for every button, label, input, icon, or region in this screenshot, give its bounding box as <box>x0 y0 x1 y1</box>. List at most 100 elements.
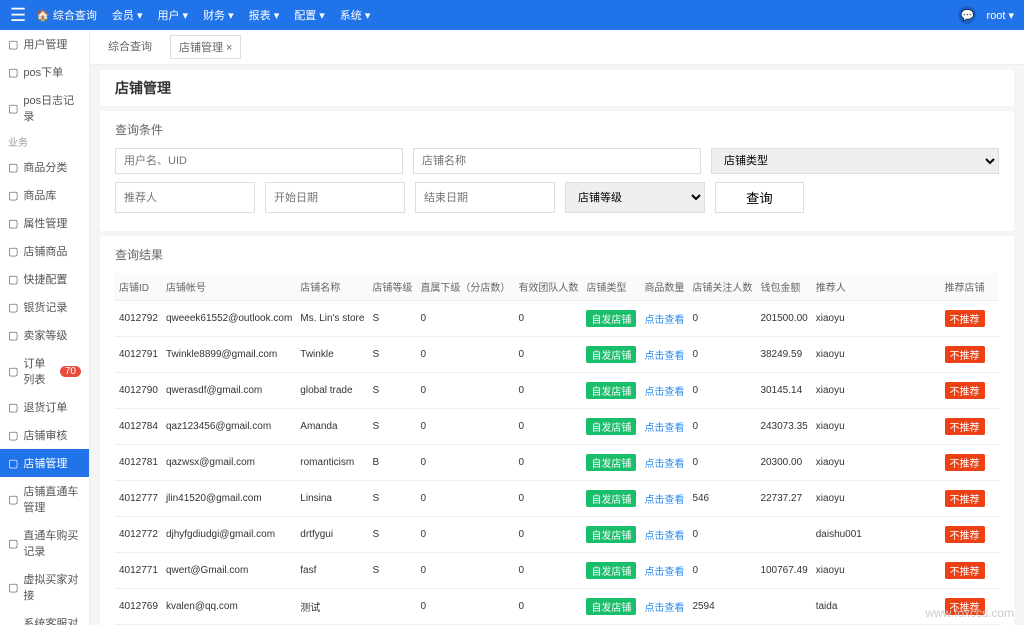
sidebar-item[interactable]: ▢用户管理 <box>0 30 89 58</box>
sidebar-icon: ▢ <box>8 301 18 314</box>
cell-account: qwert@Gmail.com <box>162 553 296 589</box>
cell-type: 自发店铺 <box>582 517 640 553</box>
cell-referrer: xiaoyu <box>812 337 941 373</box>
sidebar-item[interactable]: ▢店铺商品 <box>0 237 89 265</box>
table-row: 4012772djhyfgdiudgi@gmail.comdrtfyguiS00… <box>115 517 999 553</box>
topbar: ☰ 🏠 综合查询 会员 ▾ 用户 ▾ 财务 ▾ 报表 ▾ 配置 ▾ 系统 ▾ 💬… <box>0 0 1024 30</box>
col-header: 有效团队人数 <box>514 273 582 301</box>
menu-toggle-icon[interactable]: ☰ <box>10 5 26 26</box>
sidebar-item[interactable]: ▢ 店铺审核 <box>0 421 89 449</box>
cell-fans: 0 <box>688 373 756 409</box>
sidebar-item[interactable]: ▢订单列表70 <box>0 349 89 393</box>
cell-goods[interactable]: 点击查看 <box>640 481 688 517</box>
cell-goods[interactable]: 点击查看 <box>640 445 688 481</box>
sidebar-item[interactable]: ▢店铺直通车管理 <box>0 477 89 521</box>
watermark: www.foxccs.com <box>925 606 1014 620</box>
cell-referrer: xiaoyu <box>812 373 941 409</box>
cell-wallet: 30145.14 <box>756 373 811 409</box>
cell-id: 4012790 <box>115 373 162 409</box>
cell-type: 自发店铺 <box>582 445 640 481</box>
sidebar-item[interactable]: ▢卖家等级 <box>0 321 89 349</box>
tab-dashboard[interactable]: 综合查询 <box>100 35 160 59</box>
cell-goods[interactable]: 点击查看 <box>640 589 688 625</box>
start-date-input[interactable] <box>265 182 405 213</box>
cell-recommend: 不推荐 <box>941 301 999 337</box>
sidebar-item[interactable]: ▢直通车购买记录 <box>0 521 89 565</box>
cell-goods[interactable]: 点击查看 <box>640 553 688 589</box>
sidebar-label: 店铺审核 <box>23 427 67 443</box>
cell-id: 4012771 <box>115 553 162 589</box>
cell-fans: 546 <box>688 481 756 517</box>
nav-report[interactable]: 报表 ▾ <box>249 7 280 23</box>
cell-name: Linsina <box>296 481 368 517</box>
col-header: 推荐人 <box>812 273 941 301</box>
cell-type: 自发店铺 <box>582 373 640 409</box>
sidebar-section: 业务 <box>0 130 89 153</box>
cell-id: 4012777 <box>115 481 162 517</box>
nav-user[interactable]: 用户 ▾ <box>157 7 188 23</box>
referrer-input[interactable] <box>115 182 255 213</box>
sidebar-item[interactable]: ▢属性管理 <box>0 209 89 237</box>
shop-type-select[interactable]: 店铺类型 <box>711 148 999 174</box>
cell-team: 0 <box>514 589 582 625</box>
main-area: 综合查询 店铺管理 × 店铺管理 查询条件 店铺类型 店铺等级 查询 查询结果 <box>90 30 1024 625</box>
sidebar-label: 属性管理 <box>23 215 67 231</box>
sidebar-label: pos日志记录 <box>23 92 81 124</box>
cell-sub: 0 <box>416 517 514 553</box>
cell-fans: 2594 <box>688 589 756 625</box>
sidebar-item[interactable]: ▢系统客服对话 <box>0 609 89 625</box>
sidebar-item[interactable]: ▢退货订单 <box>0 393 89 421</box>
sidebar-item[interactable]: ▢快捷配置 <box>0 265 89 293</box>
page-title: 店铺管理 <box>100 70 1014 106</box>
sidebar-icon: ▢ <box>8 429 18 442</box>
tab-shop-manage[interactable]: 店铺管理 × <box>170 35 241 59</box>
sidebar-label: 商品库 <box>23 187 56 203</box>
sidebar-icon: ▢ <box>8 581 18 594</box>
cell-level <box>368 589 416 625</box>
col-header: 店铺类型 <box>582 273 640 301</box>
cell-account: djhyfgdiudgi@gmail.com <box>162 517 296 553</box>
chat-icon[interactable]: 💬 <box>958 6 976 24</box>
nav-config[interactable]: 配置 ▾ <box>294 7 325 23</box>
col-header: 直属下级（分店数） <box>416 273 514 301</box>
search-button[interactable]: 查询 <box>715 182 804 213</box>
sidebar-item[interactable]: ▢银货记录 <box>0 293 89 321</box>
uid-input[interactable] <box>115 148 403 174</box>
shop-level-select[interactable]: 店铺等级 <box>565 182 705 213</box>
sidebar-item[interactable]: ▢虚拟买家对接 <box>0 565 89 609</box>
cell-wallet: 201500.00 <box>756 301 811 337</box>
cell-goods[interactable]: 点击查看 <box>640 517 688 553</box>
nav-member[interactable]: 会员 ▾ <box>112 7 143 23</box>
table-row: 4012790qwerasdf@gmail.comglobal tradeS00… <box>115 373 999 409</box>
sidebar-icon: ▢ <box>8 273 18 286</box>
cell-referrer: xiaoyu <box>812 553 941 589</box>
cell-recommend: 不推荐 <box>941 409 999 445</box>
cell-account: qazwsx@gmail.com <box>162 445 296 481</box>
cell-goods[interactable]: 点击查看 <box>640 301 688 337</box>
sidebar-icon: ▢ <box>8 66 18 79</box>
result-panel: 查询结果 店铺ID店铺帐号店铺名称店铺等级直属下级（分店数）有效团队人数店铺类型… <box>100 236 1014 625</box>
col-header: 店铺关注人数 <box>688 273 756 301</box>
end-date-input[interactable] <box>415 182 555 213</box>
sidebar-item[interactable]: ▢商品分类 <box>0 153 89 181</box>
shop-name-input[interactable] <box>413 148 701 174</box>
nav-finance[interactable]: 财务 ▾ <box>203 7 234 23</box>
user-menu[interactable]: root ▾ <box>986 9 1014 22</box>
sidebar-item[interactable]: ▢pos下单 <box>0 58 89 86</box>
cell-level: S <box>368 409 416 445</box>
sidebar-item[interactable]: ▢店铺管理 <box>0 449 89 477</box>
cell-goods[interactable]: 点击查看 <box>640 337 688 373</box>
nav-system[interactable]: 系统 ▾ <box>340 7 371 23</box>
cell-referrer: xiaoyu <box>812 445 941 481</box>
cell-recommend: 不推荐 <box>941 553 999 589</box>
cell-goods[interactable]: 点击查看 <box>640 409 688 445</box>
nav-home[interactable]: 🏠 综合查询 <box>36 7 97 23</box>
cell-goods[interactable]: 点击查看 <box>640 373 688 409</box>
cell-account: Twinkle8899@gmail.com <box>162 337 296 373</box>
cell-type: 自发店铺 <box>582 337 640 373</box>
sidebar-item[interactable]: ▢商品库 <box>0 181 89 209</box>
cell-id: 4012772 <box>115 517 162 553</box>
table-row: 4012781qazwsx@gmail.comromanticismB00自发店… <box>115 445 999 481</box>
sidebar-item[interactable]: ▢pos日志记录 <box>0 86 89 130</box>
cell-fans: 0 <box>688 337 756 373</box>
